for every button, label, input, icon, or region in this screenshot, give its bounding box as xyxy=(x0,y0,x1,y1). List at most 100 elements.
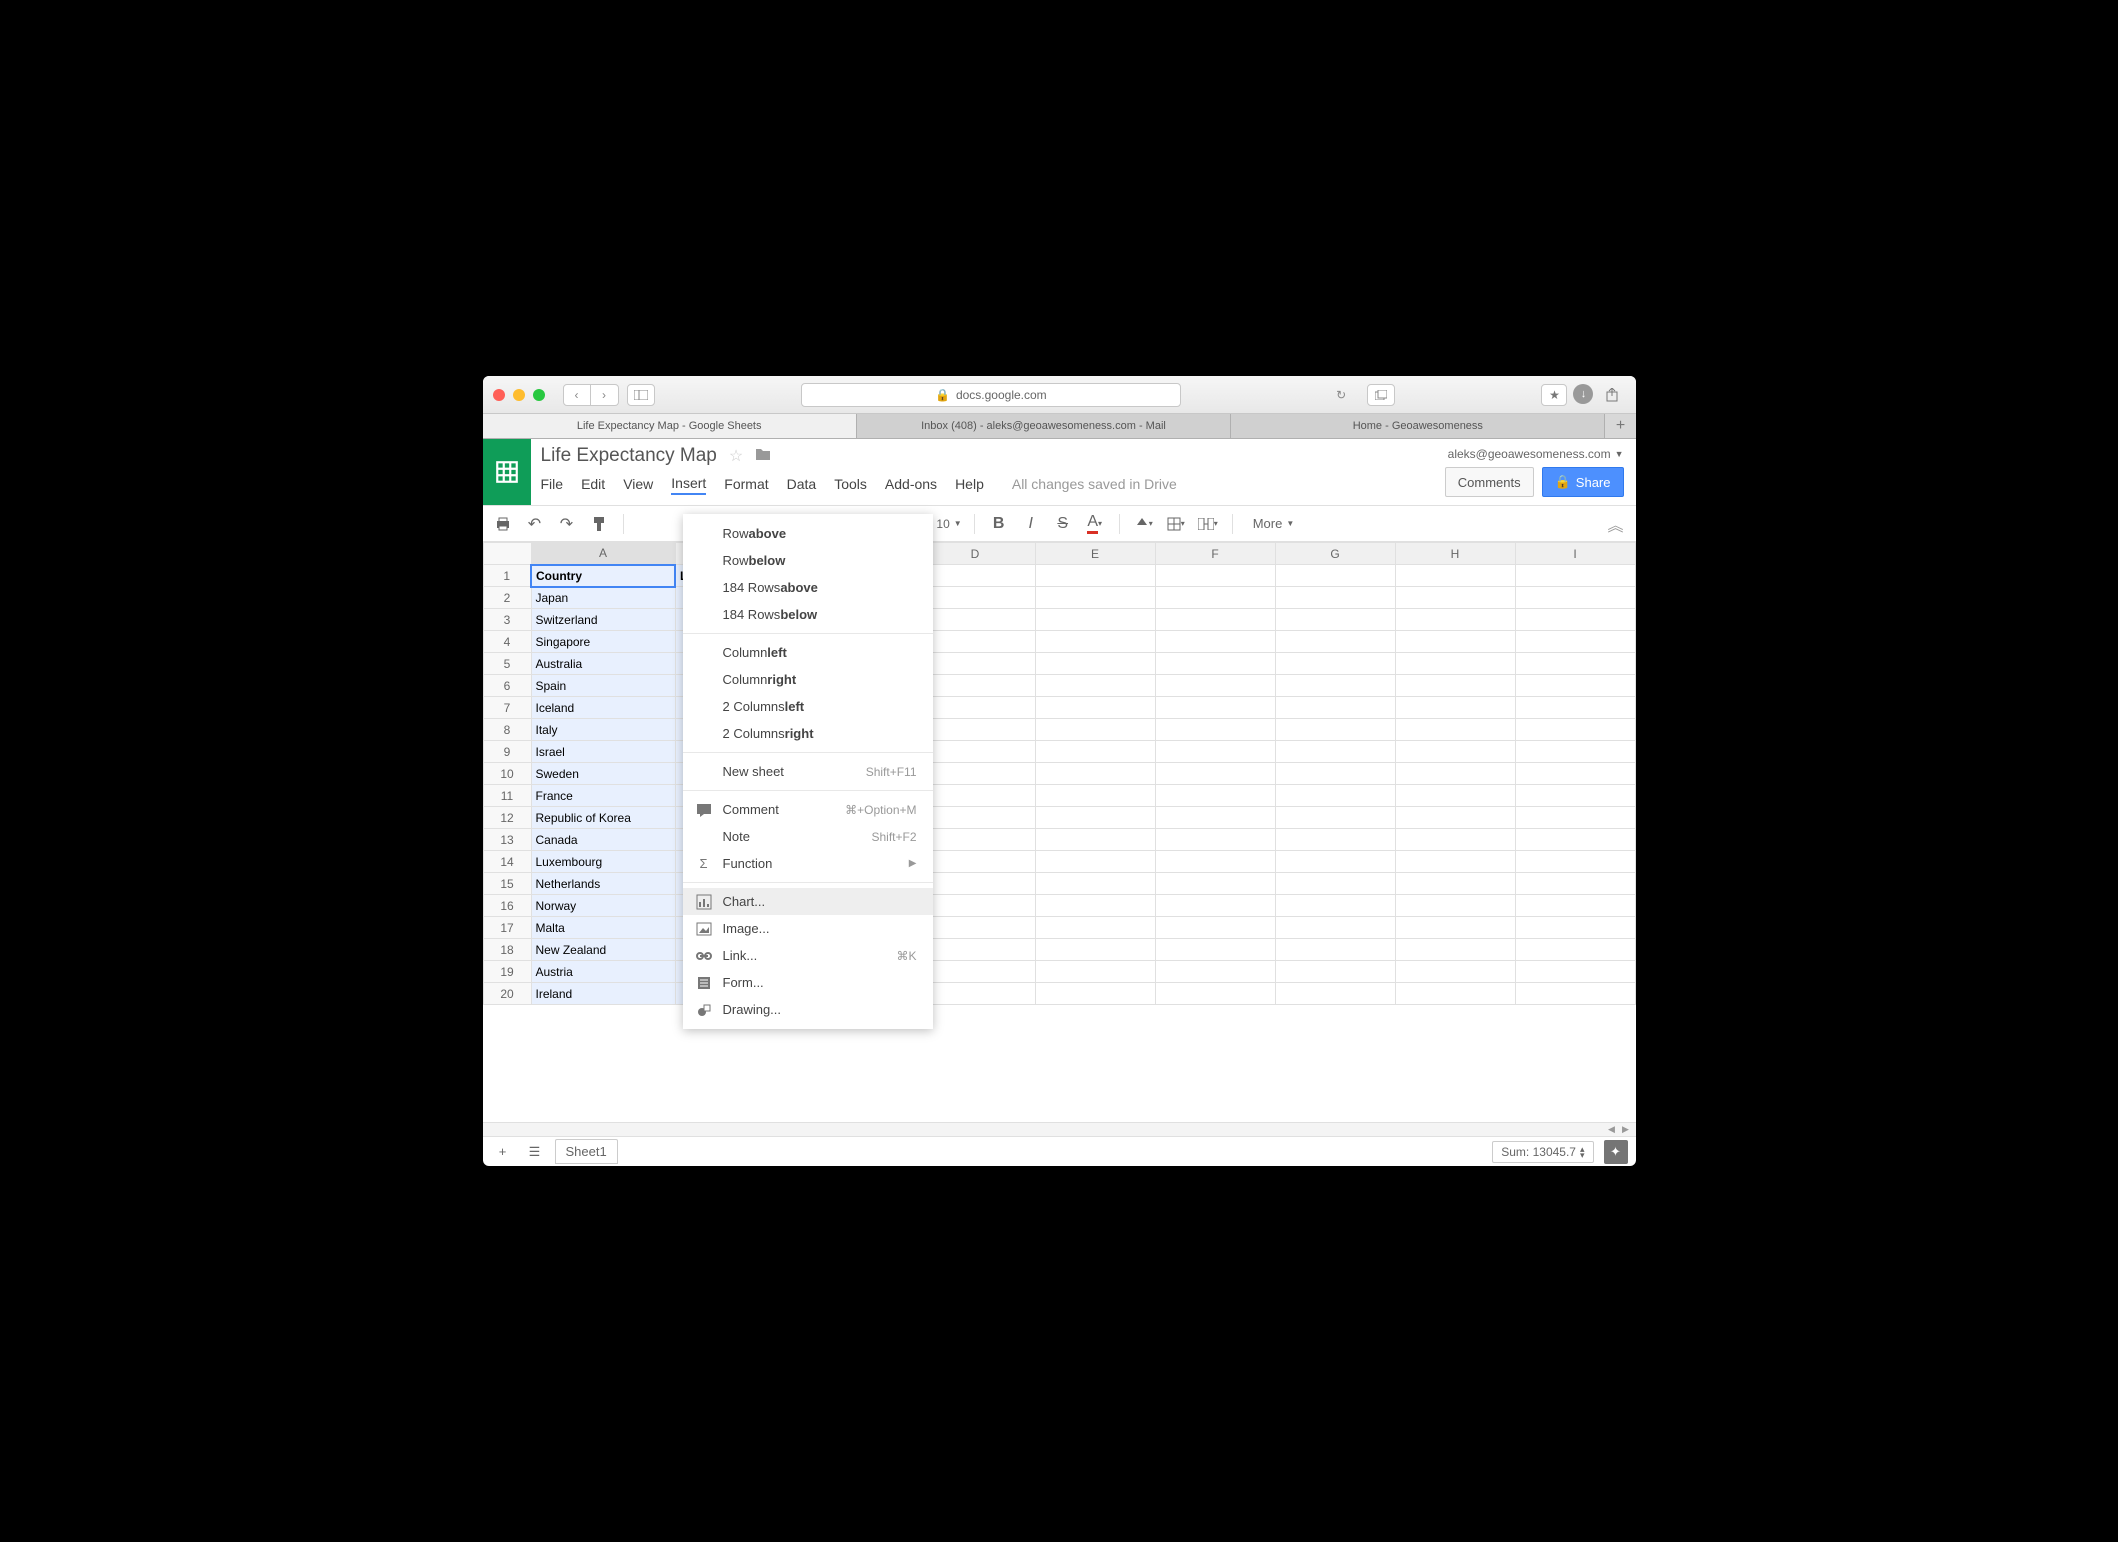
menu-rows-below[interactable]: 184 Rows below xyxy=(683,601,933,628)
cell[interactable] xyxy=(1275,565,1395,587)
cell[interactable] xyxy=(1155,917,1275,939)
cell[interactable] xyxy=(1515,829,1635,851)
row-header[interactable]: 4 xyxy=(483,631,531,653)
cell[interactable] xyxy=(1395,653,1515,675)
paint-format-icon[interactable] xyxy=(587,512,611,536)
cell[interactable] xyxy=(1275,675,1395,697)
cell[interactable] xyxy=(1275,697,1395,719)
cell[interactable] xyxy=(1155,697,1275,719)
cell[interactable]: Luxembourg xyxy=(531,851,675,873)
cell[interactable] xyxy=(1395,851,1515,873)
cell[interactable] xyxy=(915,961,1035,983)
cell[interactable] xyxy=(1395,741,1515,763)
cell[interactable] xyxy=(1155,587,1275,609)
cell[interactable] xyxy=(1515,763,1635,785)
cell[interactable] xyxy=(1155,939,1275,961)
cell[interactable] xyxy=(1515,895,1635,917)
all-sheets-button[interactable]: ☰ xyxy=(523,1140,547,1164)
cell[interactable]: Republic of Korea xyxy=(531,807,675,829)
add-sheet-button[interactable]: + xyxy=(491,1140,515,1164)
cell[interactable] xyxy=(1395,983,1515,1005)
cell[interactable] xyxy=(1275,983,1395,1005)
column-header[interactable]: A xyxy=(531,543,675,565)
cell[interactable] xyxy=(1515,609,1635,631)
column-header[interactable]: H xyxy=(1395,543,1515,565)
cell[interactable] xyxy=(1035,939,1155,961)
menu-form[interactable]: Form... xyxy=(683,969,933,996)
menu-columns-right[interactable]: 2 Columns right xyxy=(683,720,933,747)
cell[interactable] xyxy=(915,609,1035,631)
cell[interactable] xyxy=(1155,829,1275,851)
cell[interactable]: Netherlands xyxy=(531,873,675,895)
cell[interactable] xyxy=(915,785,1035,807)
cell[interactable]: Switzerland xyxy=(531,609,675,631)
print-icon[interactable] xyxy=(491,512,515,536)
menu-row-below[interactable]: Row below xyxy=(683,547,933,574)
menu-help[interactable]: Help xyxy=(955,474,984,494)
tabs-overview-button[interactable] xyxy=(1367,384,1395,406)
cell[interactable] xyxy=(1275,763,1395,785)
cell[interactable] xyxy=(1395,807,1515,829)
select-all-cell[interactable] xyxy=(483,543,531,565)
cell[interactable] xyxy=(1035,763,1155,785)
menu-drawing[interactable]: Drawing... xyxy=(683,996,933,1023)
reload-button[interactable]: ↻ xyxy=(1327,384,1355,406)
row-header[interactable]: 14 xyxy=(483,851,531,873)
cell[interactable]: Sweden xyxy=(531,763,675,785)
minimize-window-button[interactable] xyxy=(513,389,525,401)
row-header[interactable]: 15 xyxy=(483,873,531,895)
cell[interactable] xyxy=(1035,609,1155,631)
cell[interactable] xyxy=(1155,785,1275,807)
strikethrough-icon[interactable]: S xyxy=(1051,512,1075,536)
menu-row-above[interactable]: Row above xyxy=(683,520,933,547)
column-header[interactable]: I xyxy=(1515,543,1635,565)
menu-comment[interactable]: Comment⌘+Option+M xyxy=(683,796,933,823)
document-title[interactable]: Life Expectancy Map xyxy=(541,445,717,467)
redo-icon[interactable]: ↷ xyxy=(555,512,579,536)
cell[interactable] xyxy=(915,741,1035,763)
cell[interactable] xyxy=(1035,631,1155,653)
cell[interactable] xyxy=(1035,719,1155,741)
cell[interactable] xyxy=(1035,565,1155,587)
back-button[interactable]: ‹ xyxy=(563,384,591,406)
cell[interactable] xyxy=(1395,961,1515,983)
cell[interactable] xyxy=(1155,763,1275,785)
share-button[interactable] xyxy=(1599,384,1625,406)
row-header[interactable]: 11 xyxy=(483,785,531,807)
cell[interactable]: New Zealand xyxy=(531,939,675,961)
cell[interactable] xyxy=(1395,631,1515,653)
cell[interactable] xyxy=(1515,675,1635,697)
close-window-button[interactable] xyxy=(493,389,505,401)
menu-data[interactable]: Data xyxy=(787,474,817,494)
safari-tab[interactable]: Inbox (408) - aleks@geoawesomeness.com -… xyxy=(857,414,1231,438)
cell[interactable] xyxy=(1395,719,1515,741)
row-header[interactable]: 9 xyxy=(483,741,531,763)
menu-chart[interactable]: Chart... xyxy=(683,888,933,915)
cell[interactable] xyxy=(1515,873,1635,895)
cell[interactable] xyxy=(1395,675,1515,697)
cell[interactable] xyxy=(1515,917,1635,939)
row-header[interactable]: 7 xyxy=(483,697,531,719)
quicksum-display[interactable]: Sum: 13045.7 ▴▾ xyxy=(1492,1141,1593,1163)
cell[interactable]: Ireland xyxy=(531,983,675,1005)
explore-button[interactable]: ✦ xyxy=(1604,1140,1628,1164)
cell[interactable] xyxy=(915,829,1035,851)
menu-link[interactable]: Link...⌘K xyxy=(683,942,933,969)
fill-color-icon[interactable]: ▾ xyxy=(1132,512,1156,536)
cell[interactable] xyxy=(1395,763,1515,785)
cell[interactable]: Singapore xyxy=(531,631,675,653)
downloads-button[interactable]: ↓ xyxy=(1573,384,1593,404)
cell[interactable] xyxy=(1275,653,1395,675)
font-size-input[interactable]: 10 ▼ xyxy=(936,517,961,531)
star-icon[interactable]: ☆ xyxy=(729,446,743,466)
cell[interactable] xyxy=(1515,983,1635,1005)
cell[interactable] xyxy=(1155,961,1275,983)
cell[interactable] xyxy=(1275,631,1395,653)
cell[interactable] xyxy=(915,917,1035,939)
menu-insert[interactable]: Insert xyxy=(671,473,706,495)
cell[interactable] xyxy=(1035,917,1155,939)
cell[interactable] xyxy=(1155,983,1275,1005)
cell[interactable] xyxy=(1515,785,1635,807)
menu-note[interactable]: NoteShift+F2 xyxy=(683,823,933,850)
menu-image[interactable]: Image... xyxy=(683,915,933,942)
